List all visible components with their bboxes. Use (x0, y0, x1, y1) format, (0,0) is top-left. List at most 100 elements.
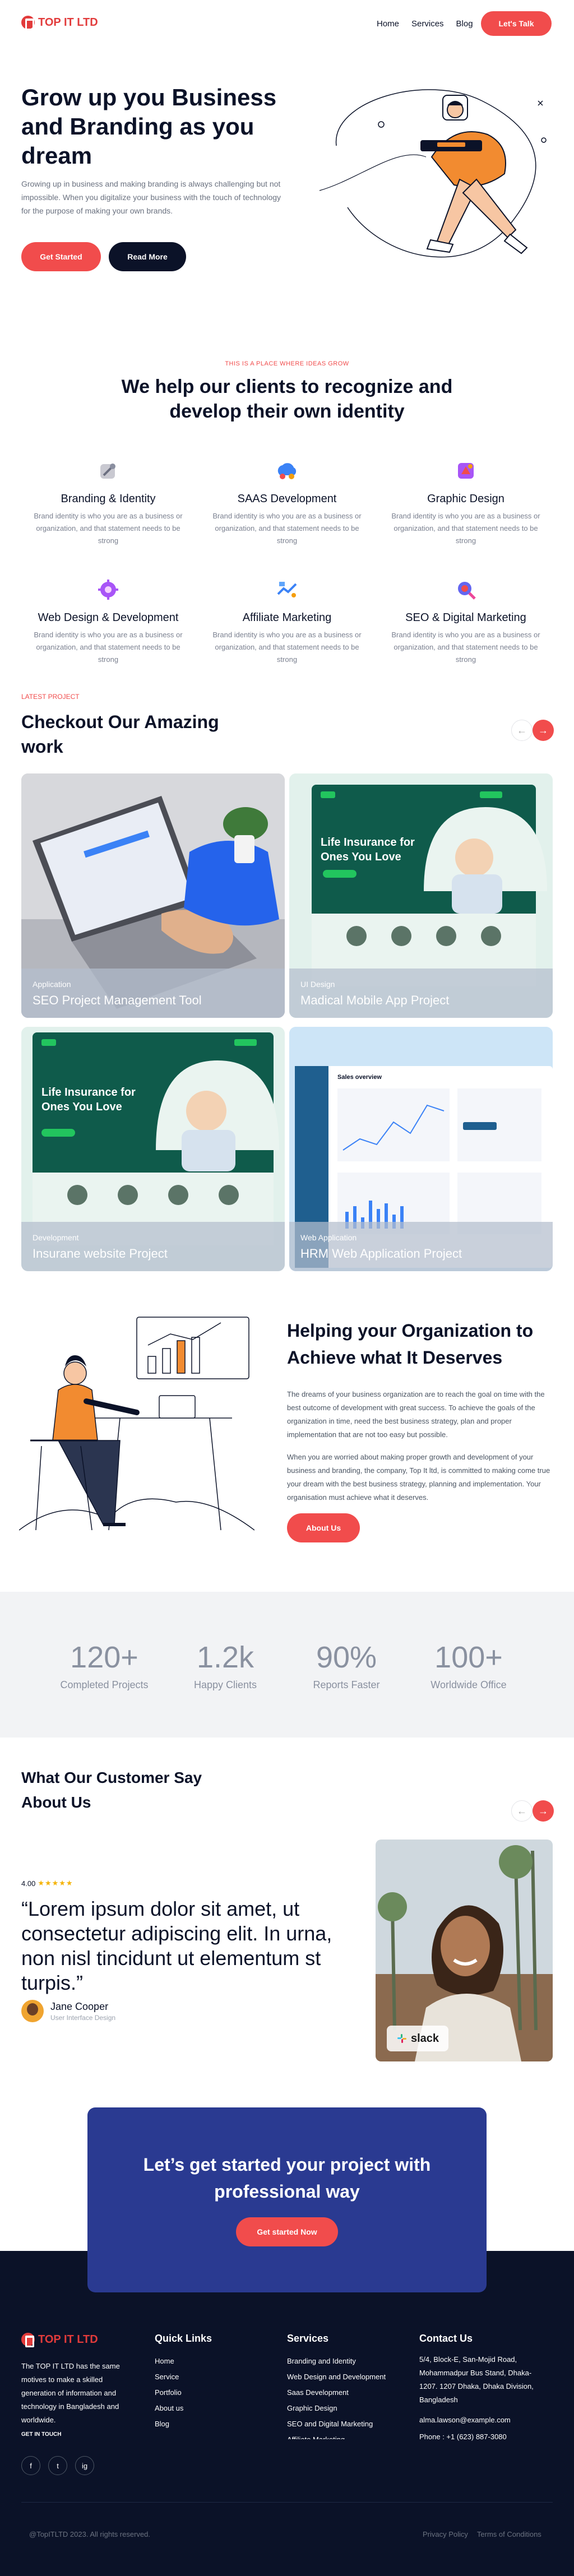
footer-about: The TOP IT LTD has the same motives to m… (21, 2362, 120, 2424)
twitter-icon[interactable]: t (48, 2456, 67, 2475)
slack-icon (397, 2034, 406, 2043)
get-started-button[interactable]: Get Started (21, 242, 101, 271)
services-eyebrow: THIS IS A PLACE WHERE IDEAS GROW (225, 360, 349, 367)
mockup-headline: Life Insurance for Ones You Love (41, 1086, 136, 1113)
nav-blog[interactable]: Blog (456, 19, 473, 29)
project-card[interactable]: Life Insurance for Ones You Love UI Desi… (289, 773, 553, 1018)
saas-icon (277, 463, 297, 479)
stat-value: 90% (316, 1641, 377, 1674)
testimonial-next-button[interactable]: → (533, 1800, 554, 1822)
nav-home[interactable]: Home (377, 19, 399, 29)
avatar (21, 2000, 44, 2022)
logo-icon (21, 16, 35, 30)
footer-service-link[interactable]: Saas Development (287, 2385, 386, 2401)
testimonial-rating: 4.00 ★★★★★ (21, 1879, 73, 1888)
stat-label: Reports Faster (313, 1679, 380, 1690)
service-card[interactable]: Branding & Identity Brand identity is wh… (27, 458, 189, 547)
stat-value: 120+ (70, 1641, 138, 1674)
project-card[interactable]: Sales overview Web Application HRM Web A… (289, 1027, 553, 1271)
service-card[interactable]: Web Design & Development Brand identity … (27, 577, 189, 666)
service-desc: Brand identity is who you are as a busin… (391, 631, 540, 664)
lets-talk-button[interactable]: Let's Talk (481, 11, 552, 36)
portfolio-prev-button[interactable]: ← (511, 720, 533, 741)
read-more-button[interactable]: Read More (109, 242, 186, 271)
project-name: Insurane website Project (33, 1247, 168, 1261)
company-badge: slack (387, 2026, 448, 2051)
cta-title: Let’s get started your project with prof… (143, 2155, 431, 2202)
footer-contact-details: 5/4, Block-E, San-Mojid Road, Mohammadpu… (419, 2353, 543, 2444)
nav-services[interactable]: Services (411, 19, 444, 29)
contact-phone[interactable]: Phone : +1 (623) 887-3080 (419, 2430, 543, 2444)
contact-title: Contact Us (419, 2333, 473, 2344)
footer-link-portfolio[interactable]: Portfolio (155, 2385, 212, 2401)
stat-worldwide-office: 100+ Worldwide Office (401, 1640, 536, 1691)
footer-service-link[interactable]: Affiliate Marketing (287, 2432, 386, 2439)
service-desc: Brand identity is who you are as a busin… (212, 631, 362, 664)
project-card[interactable]: Life Insurance for Ones You Love Develop… (21, 1027, 285, 1271)
service-desc: Brand identity is who you are as a busin… (391, 512, 540, 545)
stat-completed-projects: 120+ Completed Projects (37, 1640, 172, 1691)
stat-value: 1.2k (196, 1641, 254, 1674)
contact-email[interactable]: alma.lawson@example.com (419, 2413, 543, 2427)
testimonial-prev-button[interactable]: ← (511, 1800, 533, 1822)
rating-value: 4.00 (21, 1879, 36, 1888)
project-category: Application (33, 980, 71, 989)
footer-quick-links: Quick Links Home Service Portfolio About… (155, 2333, 212, 2432)
services-col-title: Services (287, 2333, 329, 2344)
service-title: SEO & Digital Marketing (405, 611, 526, 624)
instagram-icon[interactable]: ig (75, 2456, 94, 2475)
project-card[interactable]: Application SEO Project Management Tool (21, 773, 285, 1018)
project-name: Madical Mobile App Project (300, 993, 450, 1007)
stat-label: Happy Clients (193, 1679, 257, 1690)
service-card[interactable]: SAAS Development Brand identity is who y… (206, 458, 368, 547)
project-name: HRM Web Application Project (300, 1247, 462, 1261)
footer-link-about[interactable]: About us (155, 2401, 212, 2416)
service-title: Graphic Design (427, 493, 504, 505)
graphic-design-icon (458, 463, 474, 479)
facebook-icon[interactable]: f (21, 2456, 40, 2475)
author-name: Jane Cooper (50, 2000, 109, 2012)
organization-paragraph-2: When you are worried about making proper… (287, 1453, 550, 1502)
footer-services: Services Branding and Identity Web Desig… (287, 2333, 386, 2439)
organization-paragraph-1: The dreams of your business organization… (287, 1390, 545, 1439)
logo-icon (21, 2333, 35, 2347)
hero-description: Growing up in business and making brandi… (21, 179, 281, 215)
service-card[interactable]: SEO & Digital Marketing Brand identity i… (385, 577, 547, 666)
footer-service-link[interactable]: Branding and Identity (287, 2353, 386, 2369)
footer-link-service[interactable]: Service (155, 2369, 212, 2385)
organization-title: Helping your Organization to Achieve wha… (287, 1321, 534, 1368)
footer-service-link[interactable]: SEO and Digital Marketing (287, 2416, 386, 2432)
arrow-right-icon: → (538, 724, 548, 736)
site-logo[interactable]: TOP IT LTD (21, 16, 98, 30)
service-card[interactable]: Graphic Design Brand identity is who you… (385, 458, 547, 547)
affiliate-icon (277, 582, 297, 597)
privacy-policy-link[interactable]: Privacy Policy (423, 2530, 468, 2538)
service-card[interactable]: Affiliate Marketing Brand identity is wh… (206, 577, 368, 666)
get-started-now-button[interactable]: Get started Now (236, 2217, 338, 2246)
arrow-left-icon: ← (517, 724, 527, 736)
hero-illustration (319, 89, 547, 258)
footer-service-link[interactable]: Web Design and Development (287, 2369, 386, 2385)
main-nav: Home Services Blog (377, 19, 473, 29)
arrow-right-icon: → (538, 1805, 548, 1817)
stat-reports-faster: 90% Reports Faster (279, 1640, 414, 1691)
service-desc: Brand identity is who you are as a busin… (34, 512, 183, 545)
services-title: We help our clients to recognize and dev… (121, 376, 453, 422)
stat-label: Worldwide Office (430, 1679, 507, 1690)
footer-service-link[interactable]: Graphic Design (287, 2401, 386, 2416)
organization-illustration (19, 1317, 254, 1531)
hero-title: Grow up you Business and Branding as you… (21, 84, 277, 169)
footer-logo[interactable]: TOP IT LTD (21, 2333, 98, 2347)
terms-link[interactable]: Terms of Conditions (477, 2530, 541, 2538)
footer-link-blog[interactable]: Blog (155, 2416, 212, 2432)
portfolio-next-button[interactable]: → (533, 720, 554, 741)
footer-divider (21, 2502, 553, 2503)
testimonials-title: What Our Customer Say About Us (21, 1769, 202, 1811)
footer-link-home[interactable]: Home (155, 2353, 212, 2369)
service-title: SAAS Development (237, 493, 337, 505)
project-category: UI Design (300, 980, 335, 989)
about-us-button[interactable]: About Us (287, 1513, 360, 1542)
service-desc: Brand identity is who you are as a busin… (34, 631, 183, 664)
project-category: Web Application (300, 1233, 357, 1242)
mockup-headline: Life Insurance for Ones You Love (321, 836, 415, 863)
